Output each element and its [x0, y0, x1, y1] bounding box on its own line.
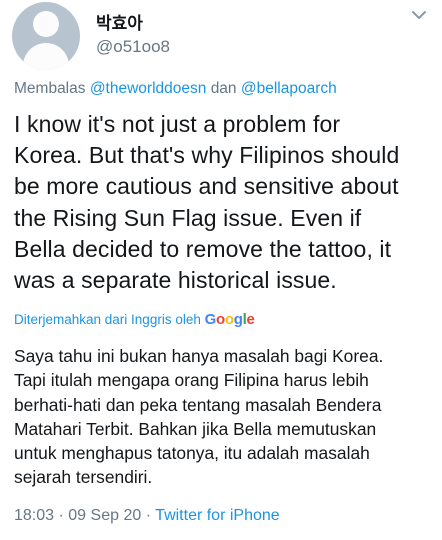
reply-prefix: Membalas — [14, 80, 86, 97]
display-name[interactable]: 박효아 — [96, 9, 143, 34]
tweet-card: 박효아 @o51oo8 Membalas @theworlddoesn dan … — [0, 0, 442, 540]
translated-text-line: Matahari Terbit. Bahkan jika Bella memut… — [14, 418, 377, 439]
translation-attribution[interactable]: Diterjemahkan dari Inggris oleh Google — [14, 311, 255, 328]
tweet-source-link[interactable]: Twitter for iPhone — [155, 507, 280, 524]
translated-text-line: Saya tahu ini bukan hanya masalah bagi K… — [14, 346, 384, 366]
translation-label: Diterjemahkan dari Inggris oleh — [14, 312, 201, 327]
tweet-time: 18:03 — [14, 507, 55, 524]
mention-link-2[interactable]: @bellapoarch — [241, 80, 337, 97]
tweet-date: 09 Sep 20 — [68, 507, 142, 524]
avatar[interactable] — [12, 2, 80, 70]
default-profile-body — [23, 43, 69, 70]
tweet-text-line: Korea. But that's why Filipinos should — [14, 142, 400, 169]
translated-text: Saya tahu ini bukan hanya masalah bagi K… — [14, 344, 438, 490]
translated-text-line: berhati-hati dan peka tentang masalah Be… — [14, 394, 382, 415]
tweet-metadata: 18:03 · 09 Sep 20 · Twitter for iPhone — [14, 507, 280, 525]
tweet-text-line: was a separate historical issue. — [14, 267, 337, 294]
tweet-text-line: I know it's not just a problem for — [14, 111, 341, 137]
tweet-text-line: be more cautious and sensitive about — [14, 173, 399, 200]
translated-text-line: sejarah tersendiri. — [14, 467, 153, 488]
default-profile-icon — [33, 11, 59, 37]
translated-text-line: untuk menghapus tatonya, itu adalah masa… — [14, 443, 370, 464]
chevron-down-icon[interactable] — [410, 8, 428, 22]
meta-separator: · — [145, 507, 152, 524]
reply-joiner: dan — [210, 80, 237, 97]
tweet-text-line: Bella decided to remove the tattoo, it — [14, 235, 392, 262]
user-handle[interactable]: @o51oo8 — [96, 37, 170, 57]
translated-text-line: Tapi itulah mengapa orang Filipina harus… — [14, 370, 369, 391]
mention-link-1[interactable]: @theworlddoesn — [90, 80, 207, 97]
google-logo: Google — [204, 311, 255, 328]
tweet-text: I know it's not just a problem for Korea… — [14, 109, 434, 296]
tweet-text-line: the Rising Sun Flag issue. Even if — [14, 204, 362, 231]
reply-context: Membalas @theworlddoesn dan @bellapoarch — [14, 80, 337, 98]
meta-separator: · — [58, 507, 64, 524]
